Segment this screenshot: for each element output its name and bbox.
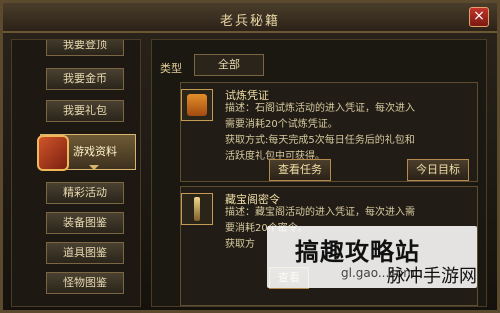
type-select[interactable]: 全部 bbox=[194, 54, 264, 76]
item-source-line-1: 获取方式:每天完成5次每日任务后的礼包和 bbox=[225, 135, 415, 146]
sidebar-item-game-info[interactable]: 游戏资料 bbox=[37, 134, 136, 171]
today-goal-button[interactable]: 今日目标 bbox=[407, 159, 469, 181]
filter-label: 类型 bbox=[160, 62, 182, 75]
watermark-brand: 脉冲手游网 bbox=[387, 266, 477, 287]
window-title: 老兵秘籍 bbox=[219, 14, 280, 29]
close-button[interactable]: × bbox=[469, 7, 489, 27]
sidebar-item-monsters[interactable]: 怪物图鉴 bbox=[46, 272, 124, 294]
sidebar-item-equipment[interactable]: 装备图鉴 bbox=[46, 212, 124, 234]
item-desc-line-1: 描述：石阁试炼活动的进入凭证，每次进入 bbox=[225, 103, 415, 114]
item-desc-line-1: 描述：藏宝阁活动的进入凭证，每次进入需 bbox=[225, 207, 415, 218]
item-desc-line-2: 需要消耗20个试炼凭证。 bbox=[225, 119, 338, 130]
view-task-button[interactable]: 查看任务 bbox=[269, 159, 331, 181]
close-icon: × bbox=[473, 8, 485, 24]
book-icon bbox=[37, 135, 69, 171]
certificate-icon bbox=[181, 89, 213, 121]
chevron-down-icon bbox=[89, 165, 99, 170]
sidebar-item-coins[interactable]: 我要金币 bbox=[46, 68, 124, 90]
sidebar-item-props[interactable]: 道具图鉴 bbox=[46, 242, 124, 264]
sidebar-item-label: 游戏资料 bbox=[73, 145, 117, 158]
titlebar: 老兵秘籍 × bbox=[3, 3, 497, 33]
sidebar-item-events[interactable]: 精彩活动 bbox=[46, 182, 124, 204]
watermark: 搞趣攻略站 gl.gao...com 脉冲手游网 bbox=[267, 226, 477, 288]
item-source-line-1: 获取方 bbox=[225, 239, 255, 250]
sidebar-item-top[interactable]: 我要登顶 bbox=[46, 40, 124, 56]
window: 老兵秘籍 × 我要登顶 我要金币 我要礼包 游戏资料 精彩活动 装备图鉴 道具图… bbox=[0, 0, 500, 313]
sidebar: 我要登顶 我要金币 我要礼包 游戏资料 精彩活动 装备图鉴 道具图鉴 怪物图鉴 bbox=[11, 39, 141, 307]
item-card: 试炼凭证 描述：石阁试炼活动的进入凭证，每次进入 需要消耗20个试炼凭证。 获取… bbox=[180, 82, 478, 182]
sword-icon bbox=[181, 193, 213, 225]
sidebar-item-gifts[interactable]: 我要礼包 bbox=[46, 100, 124, 122]
